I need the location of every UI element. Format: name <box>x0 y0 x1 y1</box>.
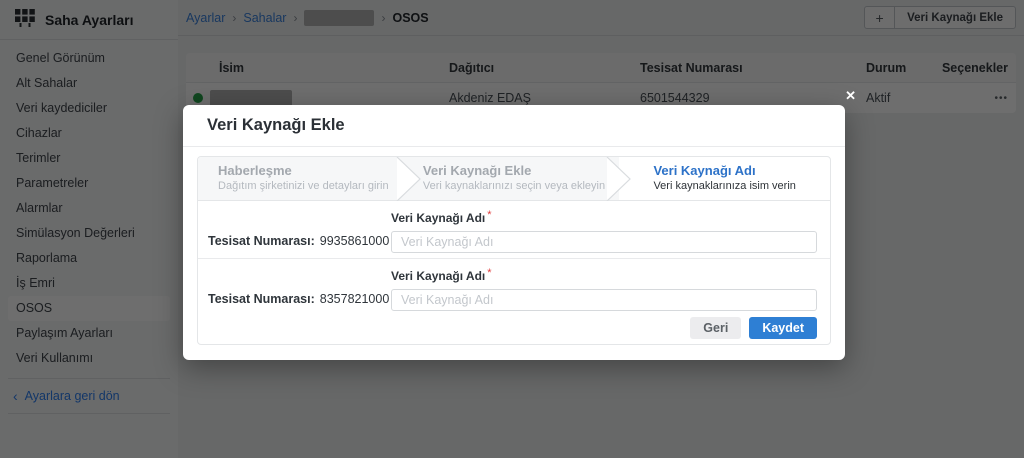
field-veri-kaynagi-adi-1: Veri Kaynağı Adı* <box>391 209 817 253</box>
close-icon[interactable]: ✕ <box>845 89 856 102</box>
step-title: Veri Kaynağı Ekle <box>423 163 605 179</box>
step-subtitle: Veri kaynaklarınıza isim verin <box>653 179 795 193</box>
step-haberlesme[interactable]: Haberleşme Dağıtım şirketinizi ve detayl… <box>198 157 409 200</box>
tesisat-value: 8357821000 <box>320 292 390 306</box>
step-title: Veri Kaynağı Adı <box>653 163 795 179</box>
veri-kaynagi-adi-input-2[interactable] <box>391 289 817 311</box>
tesisat-label: Tesisat Numarası: <box>208 292 315 306</box>
step-veri-kaynagi-adi[interactable]: Veri Kaynağı Adı Veri kaynaklarınıza isi… <box>619 157 830 200</box>
required-asterisk: * <box>487 209 491 221</box>
step-subtitle: Veri kaynaklarınızı seçin veya ekleyin <box>423 179 605 193</box>
step-title: Haberleşme <box>218 163 389 179</box>
modal-title: Veri Kaynağı Ekle <box>207 116 345 135</box>
step-subtitle: Dağıtım şirketinizi ve detayları girin <box>218 179 389 193</box>
modal-footer: Geri Kaydet <box>690 317 817 339</box>
field-label: Veri Kaynağı Adı <box>391 269 485 283</box>
required-asterisk: * <box>487 267 491 279</box>
field-veri-kaynagi-adi-2: Veri Kaynağı Adı* <box>391 267 817 311</box>
back-button[interactable]: Geri <box>690 317 741 339</box>
tesisat-numarasi-2: Tesisat Numarası: 8357821000 i <box>208 292 408 306</box>
veri-kaynagi-adi-input-1[interactable] <box>391 231 817 253</box>
tesisat-numarasi-1: Tesisat Numarası: 9935861000 i <box>208 234 408 248</box>
add-data-source-modal: ✕ Veri Kaynağı Ekle Haberleşme Dağıtım ş… <box>183 105 845 360</box>
tesisat-label: Tesisat Numarası: <box>208 234 315 248</box>
step-veri-kaynagi-ekle[interactable]: Veri Kaynağı Ekle Veri kaynaklarınızı se… <box>409 157 620 200</box>
tesisat-value: 9935861000 <box>320 234 390 248</box>
wizard-steps: Haberleşme Dağıtım şirketinizi ve detayl… <box>198 157 830 201</box>
form-row-1: Tesisat Numarası: 9935861000 i Veri Kayn… <box>198 201 830 259</box>
form-row-2: Tesisat Numarası: 8357821000 i Veri Kayn… <box>198 259 830 317</box>
app-root: Saha Ayarları Genel Görünüm Alt Sahalar … <box>0 0 1024 458</box>
field-label: Veri Kaynağı Adı <box>391 211 485 225</box>
modal-header: Veri Kaynağı Ekle <box>183 105 845 147</box>
save-button[interactable]: Kaydet <box>749 317 817 339</box>
modal-body: Haberleşme Dağıtım şirketinizi ve detayl… <box>197 156 831 345</box>
